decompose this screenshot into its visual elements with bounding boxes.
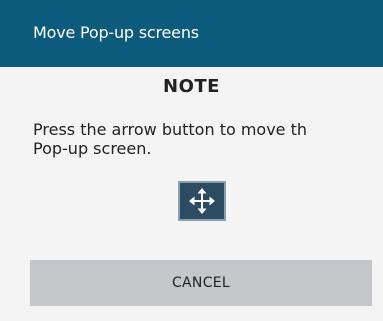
cancel-button-label: CANCEL xyxy=(171,275,231,291)
instruction-text: Press the arrow button to move th Pop-up… xyxy=(33,120,308,158)
move-arrows-icon xyxy=(189,188,215,214)
move-button[interactable] xyxy=(178,181,226,221)
note-heading: NOTE xyxy=(163,76,220,97)
cancel-button[interactable]: CANCEL xyxy=(30,260,372,306)
dialog-header: Move Pop-up screens xyxy=(0,0,383,67)
dialog-title: Move Pop-up screens xyxy=(33,23,199,42)
move-popup-dialog: Move Pop-up screens NOTE Press the arrow… xyxy=(0,0,383,321)
